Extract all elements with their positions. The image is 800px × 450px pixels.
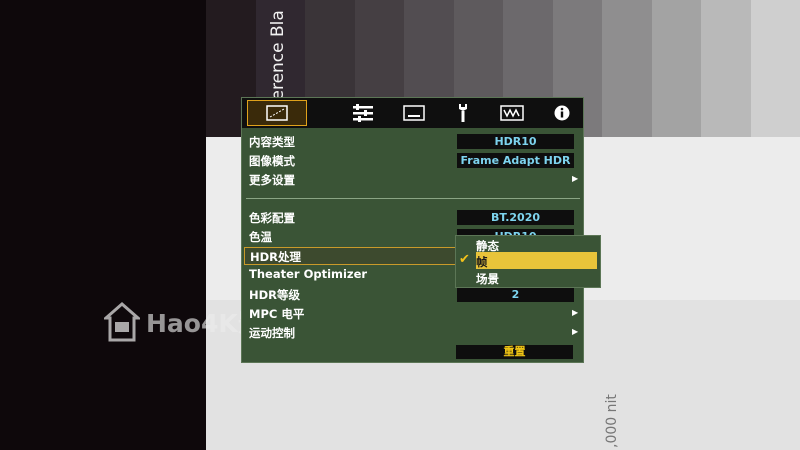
row-label: 运动控制 xyxy=(249,326,295,340)
hdr-processing-dropdown: 静态 ✔ 帧 场景 xyxy=(455,235,601,288)
dropdown-option-frame[interactable]: 帧 xyxy=(476,254,488,270)
dark-background xyxy=(0,0,206,450)
row-label: HDR处理 xyxy=(250,250,302,264)
reset-button[interactable]: 重置 xyxy=(456,345,573,359)
input-settings-icon xyxy=(353,104,373,122)
house-logo-icon xyxy=(104,302,140,342)
menu-row-color-profile[interactable]: 色彩配置 BT.2020 xyxy=(244,209,580,227)
ramp-stripe xyxy=(651,0,702,137)
projector-osd-menu: 内容类型 HDR10 图像模式 Frame Adapt HDR 更多设置 ▶ 色… xyxy=(241,97,584,363)
menu-row-more-settings[interactable]: 更多设置 ▶ xyxy=(244,171,580,189)
ramp-stripe xyxy=(701,0,752,137)
checkmark-icon: ✔ xyxy=(459,252,470,267)
row-label: 图像模式 xyxy=(249,154,295,168)
menu-tab-bar xyxy=(242,98,583,128)
tab-input-settings[interactable] xyxy=(345,100,381,126)
row-label: 色彩配置 xyxy=(249,211,295,225)
row-label: 色温 xyxy=(249,230,272,244)
row-label: MPC 电平 xyxy=(249,307,305,321)
tab-picture[interactable] xyxy=(247,100,307,126)
tab-network[interactable] xyxy=(494,100,530,126)
chevron-right-icon: ▶ xyxy=(572,174,579,183)
network-icon xyxy=(500,105,524,121)
tab-installation[interactable] xyxy=(445,100,481,126)
row-label: HDR等级 xyxy=(249,288,301,302)
ramp-stripe xyxy=(750,0,800,137)
info-icon xyxy=(554,105,570,121)
chevron-right-icon: ▶ xyxy=(572,327,579,336)
menu-row-content-type[interactable]: 内容类型 HDR10 xyxy=(244,133,580,151)
wrench-icon xyxy=(459,104,467,122)
dropdown-option-scene[interactable]: 场景 xyxy=(476,271,499,287)
row-value: HDR10 xyxy=(457,134,574,149)
menu-row-motion-control[interactable]: 运动控制 ▶ xyxy=(244,324,580,342)
row-label: 更多设置 xyxy=(249,173,295,187)
picture-icon xyxy=(266,105,288,121)
menu-row-hdr-level[interactable]: HDR等级 2 xyxy=(244,286,580,304)
row-value: BT.2020 xyxy=(457,210,574,225)
row-value: 2 xyxy=(457,287,574,302)
ramp-stripe xyxy=(602,0,653,137)
nit-label: ,000 nit xyxy=(604,394,620,448)
row-label: Theater Optimizer xyxy=(249,267,368,281)
menu-divider xyxy=(246,198,580,199)
display-icon xyxy=(403,105,425,121)
tab-info[interactable] xyxy=(544,100,580,126)
dropdown-selected-highlight xyxy=(476,252,597,269)
row-value: Frame Adapt HDR xyxy=(457,153,574,168)
menu-row-picture-mode[interactable]: 图像模式 Frame Adapt HDR xyxy=(244,152,580,170)
menu-row-mpc-level[interactable]: MPC 电平 ▶ xyxy=(244,305,580,323)
chevron-right-icon: ▶ xyxy=(572,308,579,317)
tab-display[interactable] xyxy=(396,100,432,126)
row-label: 内容类型 xyxy=(249,135,295,149)
